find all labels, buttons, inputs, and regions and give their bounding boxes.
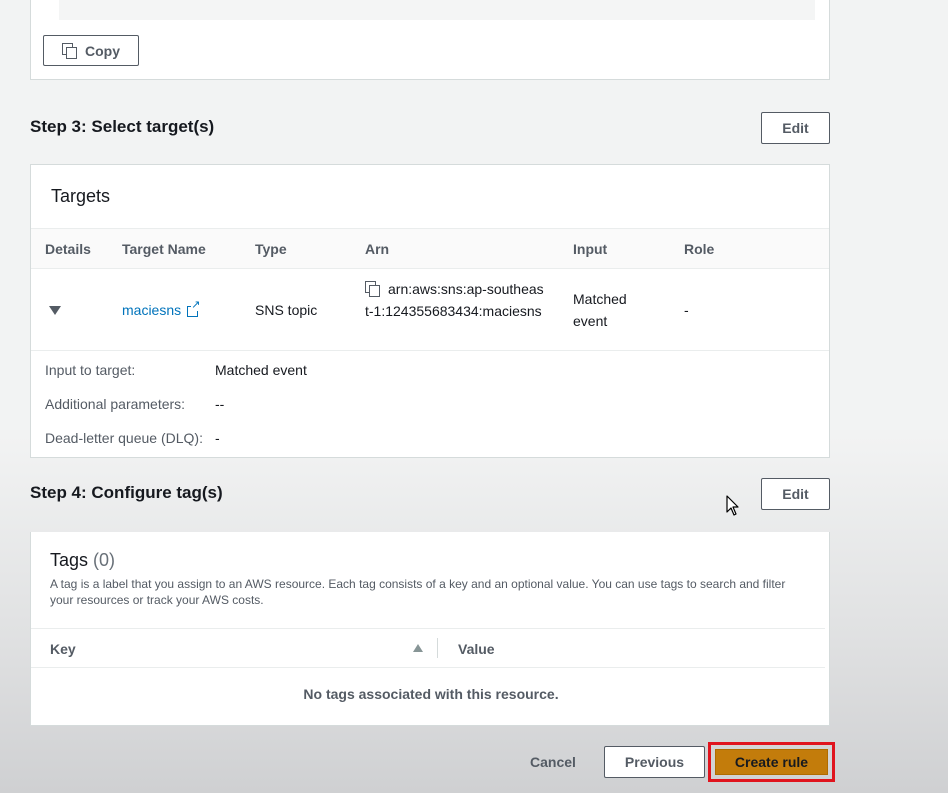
copy-button[interactable]: Copy xyxy=(43,35,139,66)
sort-ascending-icon[interactable] xyxy=(413,644,423,652)
tags-count: (0) xyxy=(93,550,116,570)
target-name-text[interactable]: maciesns xyxy=(122,302,181,318)
tags-description: A tag is a label that you assign to an A… xyxy=(50,577,786,607)
target-arn-text: arn:aws:sns:ap-southeast-1:124355683434:… xyxy=(365,281,544,319)
previous-button[interactable]: Previous xyxy=(604,746,705,778)
target-name-link[interactable]: maciesns xyxy=(122,299,201,318)
event-pattern-panel: Copy xyxy=(30,0,830,80)
target-role: - xyxy=(684,302,689,318)
column-value: Value xyxy=(458,641,495,657)
edit-step4-button[interactable]: Edit xyxy=(761,478,830,510)
tags-table-header: Key Value xyxy=(31,628,825,668)
column-type: Type xyxy=(255,241,287,257)
step4-title: Step 4: Configure tag(s) xyxy=(30,483,223,502)
tags-empty-message: No tags associated with this resource. xyxy=(303,686,559,702)
copy-button-label: Copy xyxy=(85,42,120,59)
tags-title-text: Tags xyxy=(50,550,89,570)
tags-panel: Tags (0) A tag is a label that you assig… xyxy=(30,532,830,726)
dlq-value: - xyxy=(215,430,220,446)
table-row: maciesns SNS topic arn:aws:sns:ap-southe… xyxy=(31,269,829,351)
targets-title: Targets xyxy=(51,186,111,206)
target-arn: arn:aws:sns:ap-southeast-1:124355683434:… xyxy=(365,278,545,322)
target-input: Matched event xyxy=(573,291,627,329)
external-link-icon[interactable] xyxy=(187,299,201,317)
mouse-cursor-icon xyxy=(726,495,739,516)
copy-icon[interactable] xyxy=(365,281,380,297)
edit-step3-button[interactable]: Edit xyxy=(761,112,830,144)
expand-caret-icon[interactable] xyxy=(49,306,61,315)
additional-parameters-value: -- xyxy=(215,396,225,412)
input-to-target-value: Matched event xyxy=(215,362,307,378)
event-pattern-code-area xyxy=(59,0,815,20)
column-details: Details xyxy=(45,241,91,257)
input-to-target-label: Input to target: xyxy=(45,362,136,378)
targets-header: Targets xyxy=(31,165,829,229)
dlq-label: Dead-letter queue (DLQ): xyxy=(45,430,203,446)
column-role: Role xyxy=(684,241,715,257)
additional-parameters-label: Additional parameters: xyxy=(45,396,186,412)
create-rule-highlight: Create rule xyxy=(708,742,835,782)
cancel-button[interactable]: Cancel xyxy=(517,747,589,777)
column-input: Input xyxy=(573,241,608,257)
targets-panel: Targets Details Target Name Type Arn Inp… xyxy=(30,164,830,458)
targets-table-header: Details Target Name Type Arn Input Role xyxy=(31,229,829,269)
target-type: SNS topic xyxy=(255,302,318,318)
column-arn: Arn xyxy=(365,241,390,257)
create-rule-button[interactable]: Create rule xyxy=(715,749,828,775)
column-divider xyxy=(437,638,438,658)
column-key[interactable]: Key xyxy=(50,641,76,657)
column-target-name: Target Name xyxy=(122,241,206,257)
step3-title: Step 3: Select target(s) xyxy=(30,117,215,136)
copy-icon xyxy=(62,43,77,59)
tags-title: Tags (0) xyxy=(50,550,115,571)
